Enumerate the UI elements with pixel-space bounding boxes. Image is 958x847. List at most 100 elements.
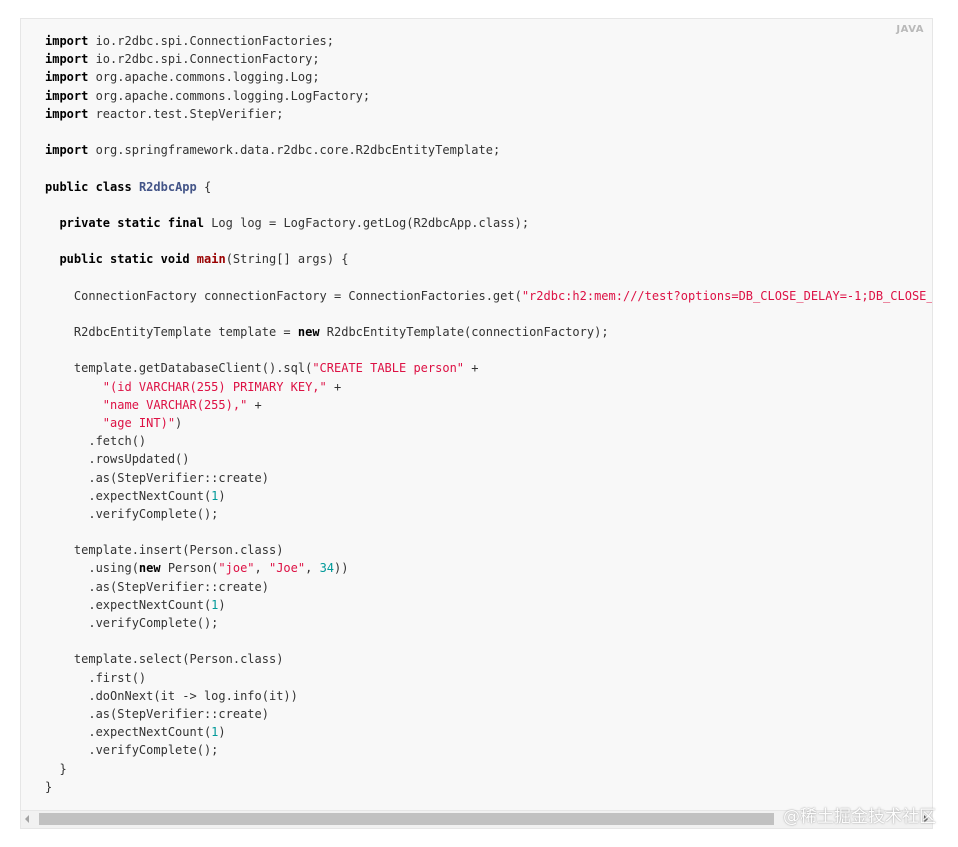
code-token: .expectNextCount(	[45, 597, 212, 612]
code-block: JAVA import io.r2dbc.spi.ConnectionFacto…	[20, 18, 933, 829]
code-token: {	[196, 179, 212, 194]
code-line: .fetch()	[45, 432, 932, 450]
code-token: R2dbcEntityTemplate(connectionFactory);	[319, 325, 609, 339]
code-token: )	[175, 415, 183, 430]
code-token-str: "(id VARCHAR(255) PRIMARY KEY,"	[102, 379, 327, 394]
code-line: private static final Log log = LogFactor…	[45, 214, 932, 232]
code-line: public static void main(String[] args) {	[45, 250, 932, 268]
code-token: ,	[254, 561, 269, 576]
code-token-kw: new	[138, 561, 161, 576]
code-token-str: "name VARCHAR(255),"	[102, 397, 248, 412]
watermark: @稀土掘金技术社区	[783, 807, 936, 827]
code-token: .as(StepVerifier::create)	[45, 470, 269, 485]
code-token: .verifyComplete();	[45, 616, 219, 630]
code-area[interactable]: import io.r2dbc.spi.ConnectionFactories;…	[45, 32, 932, 808]
code-line: template.insert(Person.class)	[45, 541, 932, 559]
code-line: .expectNextCount(1)	[45, 723, 932, 741]
code-line: .as(StepVerifier::create)	[45, 578, 932, 596]
code-content: import io.r2dbc.spi.ConnectionFactories;…	[45, 32, 932, 796]
code-line: import org.apache.commons.logging.Log;	[45, 68, 932, 86]
code-token: )	[218, 597, 226, 612]
code-token: ))	[334, 561, 349, 576]
code-token: .using(	[45, 561, 139, 576]
code-line: import io.r2dbc.spi.ConnectionFactory;	[45, 50, 932, 68]
code-token-str: "r2dbc:h2:mem:///test?options=DB_CLOSE_D…	[521, 288, 932, 303]
code-line: "(id VARCHAR(255) PRIMARY KEY," +	[45, 378, 932, 396]
code-line: .rowsUpdated()	[45, 450, 932, 468]
scrollbar-thumb[interactable]	[39, 813, 774, 825]
scroll-left-arrow-icon[interactable]	[25, 815, 29, 823]
code-token: (String[] args) {	[225, 252, 349, 267]
code-line: "age INT)")	[45, 414, 932, 432]
code-token-kw: public	[59, 252, 103, 267]
code-line: .verifyComplete();	[45, 741, 932, 759]
code-line: .verifyComplete();	[45, 505, 932, 523]
code-line: .as(StepVerifier::create)	[45, 469, 932, 487]
code-token: io.r2dbc.spi.ConnectionFactory;	[88, 52, 320, 67]
code-token: org.apache.commons.logging.LogFactory;	[88, 88, 371, 103]
code-token: )	[218, 488, 226, 503]
code-token: org.apache.commons.logging.Log;	[88, 70, 320, 85]
code-token: R2dbcEntityTemplate template =	[45, 325, 298, 339]
code-token-str: "Joe"	[268, 561, 306, 576]
code-token-kw: import	[45, 52, 89, 67]
code-line: .verifyComplete();	[45, 614, 932, 632]
code-token: }	[45, 779, 53, 794]
code-token: .verifyComplete();	[45, 743, 219, 758]
code-token: +	[247, 397, 262, 412]
code-line: import org.springframework.data.r2dbc.co…	[45, 141, 932, 159]
code-token-kw: import	[45, 88, 89, 103]
code-token: reactor.test.StepVerifier;	[88, 106, 284, 121]
code-line: R2dbcEntityTemplate template = new R2dbc…	[45, 323, 932, 341]
code-token-kw: final	[167, 215, 204, 230]
code-token-kw: class	[95, 179, 132, 194]
code-token: template.getDatabaseClient().sql(	[45, 361, 313, 376]
code-line: .expectNextCount(1)	[45, 596, 932, 614]
code-line: .first()	[45, 669, 932, 687]
code-line: template.select(Person.class)	[45, 650, 932, 668]
code-token: .rowsUpdated()	[45, 452, 190, 467]
code-token-title-cls: R2dbcApp	[138, 179, 197, 194]
code-token-kw: static	[110, 252, 154, 267]
code-token: +	[326, 379, 342, 394]
code-token: Log log = LogFactory.getLog(R2dbcApp.cla…	[203, 215, 530, 230]
code-token: )	[218, 725, 226, 740]
code-token-kw: import	[45, 70, 89, 85]
code-line: import org.apache.commons.logging.LogFac…	[45, 87, 932, 105]
code-token-kw: void	[160, 252, 190, 267]
code-token: +	[464, 361, 479, 376]
code-line: "name VARCHAR(255)," +	[45, 396, 932, 414]
code-line: }	[45, 778, 932, 796]
code-token-kw: static	[117, 215, 161, 230]
code-token: .expectNextCount(	[45, 725, 212, 740]
code-line: .doOnNext(it -> log.info(it))	[45, 687, 932, 705]
code-line: }	[45, 760, 932, 778]
code-line: public class R2dbcApp {	[45, 178, 932, 196]
code-line: .using(new Person("joe", "Joe", 34))	[45, 559, 932, 577]
code-token: }	[45, 761, 67, 776]
code-line: ConnectionFactory connectionFactory = Co…	[45, 287, 932, 305]
code-token-str: "CREATE TABLE person"	[312, 361, 465, 376]
code-token-num: 34	[319, 561, 335, 576]
code-token: .doOnNext(it -> log.info(it))	[45, 688, 298, 703]
code-token: io.r2dbc.spi.ConnectionFactories;	[88, 34, 334, 48]
code-line: import reactor.test.StepVerifier;	[45, 105, 932, 123]
code-token: .verifyComplete();	[45, 506, 219, 521]
